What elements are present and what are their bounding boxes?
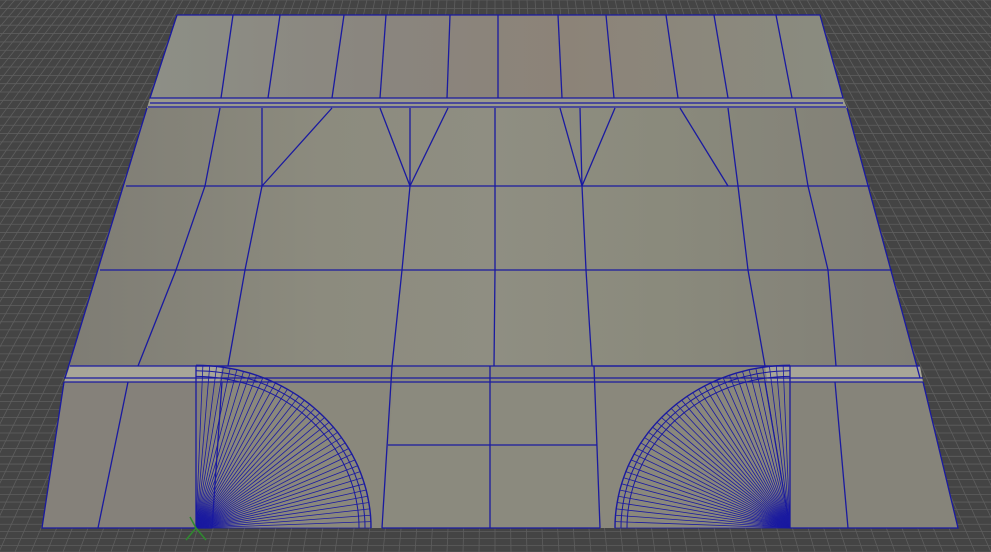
mesh-sidewalk-bottom-left[interactable]	[42, 382, 222, 528]
mesh-sidewalk-top[interactable]	[150, 15, 843, 98]
mesh-road-surface[interactable]	[65, 108, 920, 378]
mesh-sidewalk-bottom-right[interactable]	[765, 382, 958, 528]
3d-viewport[interactable]	[0, 0, 991, 552]
viewport-canvas[interactable]	[0, 0, 991, 552]
mesh-road-entrance[interactable]	[382, 366, 600, 528]
road-mesh[interactable]	[42, 15, 958, 528]
